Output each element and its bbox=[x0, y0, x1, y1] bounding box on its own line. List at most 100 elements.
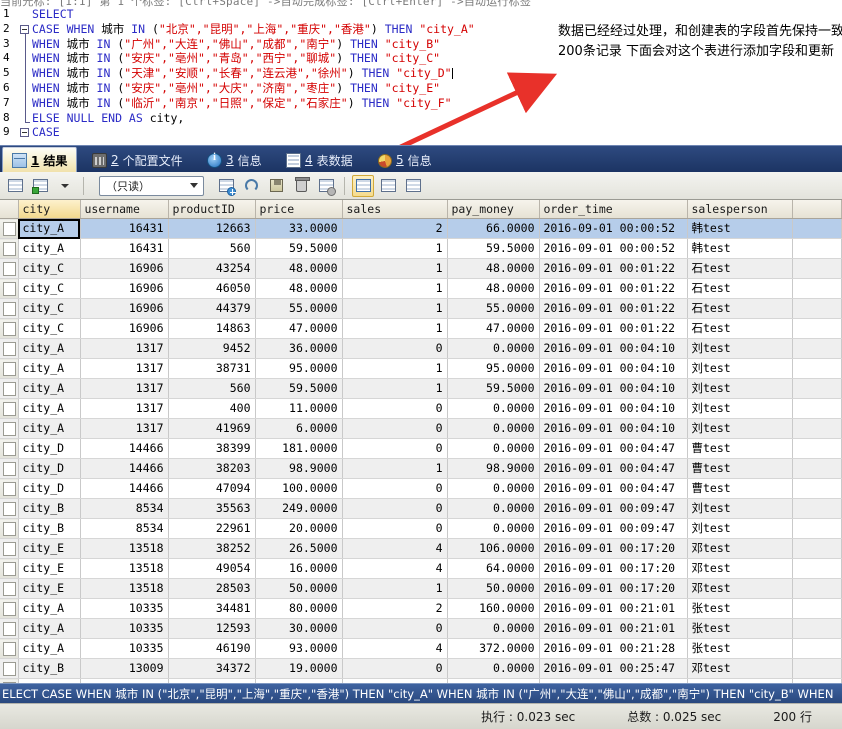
cell-salesperson[interactable]: 曹test bbox=[687, 458, 793, 479]
cell-sales[interactable]: 1 bbox=[342, 238, 448, 259]
cell-city[interactable]: city_D bbox=[18, 478, 81, 499]
cell-sales[interactable]: 1 bbox=[342, 318, 448, 339]
cell-username[interactable]: 1317 bbox=[80, 398, 169, 419]
row-select-checkbox[interactable] bbox=[0, 298, 19, 319]
cell-order_time[interactable]: 2016-09-01 00:17:20 bbox=[539, 578, 688, 599]
cell-productID[interactable]: 38252 bbox=[168, 538, 256, 559]
column-header-sales[interactable]: sales bbox=[342, 200, 448, 219]
cell-city[interactable]: city_D bbox=[18, 458, 81, 479]
cell-salesperson[interactable]: 邓test bbox=[687, 658, 793, 679]
table-row[interactable]: city_A 16431 12663 33.0000 2 66.0000 2016-09-0… bbox=[0, 218, 842, 239]
cell-price[interactable]: 16.0000 bbox=[255, 558, 343, 579]
cell-order_time[interactable]: 2016-09-01 00:04:10 bbox=[539, 338, 688, 359]
cell-productID[interactable]: 28503 bbox=[168, 578, 256, 599]
cell-price[interactable]: 47.0000 bbox=[255, 318, 343, 339]
cell-salesperson[interactable]: 刘test bbox=[687, 518, 793, 539]
cell-price[interactable]: 26.5000 bbox=[255, 538, 343, 559]
cell-price[interactable]: 48.0000 bbox=[255, 258, 343, 279]
grid-view-icon[interactable] bbox=[4, 175, 26, 197]
cell-pay_money[interactable]: 0.0000 bbox=[447, 498, 540, 519]
add-record-icon[interactable] bbox=[215, 175, 237, 197]
cell-username[interactable]: 14466 bbox=[80, 458, 169, 479]
cell-city[interactable]: city_A bbox=[18, 418, 81, 439]
row-select-checkbox[interactable] bbox=[0, 398, 19, 419]
cell-productID[interactable]: 12663 bbox=[168, 218, 256, 239]
code-fold-column[interactable] bbox=[18, 7, 32, 145]
cell-username[interactable]: 14466 bbox=[80, 478, 169, 499]
cell-city[interactable]: city_A bbox=[18, 218, 81, 239]
cell-username[interactable]: 10335 bbox=[80, 638, 169, 659]
cell-productID[interactable]: 38731 bbox=[168, 358, 256, 379]
column-header-productID[interactable]: productID bbox=[168, 200, 256, 219]
cell-salesperson[interactable]: 张test bbox=[687, 598, 793, 619]
delete-record-icon[interactable] bbox=[290, 175, 312, 197]
cell-salesperson[interactable]: 刘test bbox=[687, 358, 793, 379]
cell-city[interactable]: city_E bbox=[18, 538, 81, 559]
cell-price[interactable]: 50.0000 bbox=[255, 578, 343, 599]
row-select-checkbox[interactable] bbox=[0, 458, 19, 479]
cell-sales[interactable]: 1 bbox=[342, 278, 448, 299]
cell-productID[interactable]: 400 bbox=[168, 398, 256, 419]
row-select-checkbox[interactable] bbox=[0, 338, 19, 359]
cell-order_time[interactable]: 2016-09-01 00:04:10 bbox=[539, 358, 688, 379]
table-row[interactable]: city_C 16906 46050 48.0000 1 48.0000 2016-09-0… bbox=[0, 278, 842, 299]
column-header-username[interactable]: username bbox=[80, 200, 169, 219]
row-select-checkbox[interactable] bbox=[0, 438, 19, 459]
row-select-checkbox[interactable] bbox=[0, 658, 19, 679]
cell-order_time[interactable]: 2016-09-01 00:04:47 bbox=[539, 478, 688, 499]
table-row[interactable]: city_C 16906 14863 47.0000 1 47.0000 2016-09-0… bbox=[0, 318, 842, 339]
cell-salesperson[interactable]: 石test bbox=[687, 298, 793, 319]
cell-price[interactable]: 95.0000 bbox=[255, 358, 343, 379]
cell-username[interactable]: 1317 bbox=[80, 378, 169, 399]
result-table[interactable]: city username productID price sales pay_money… bbox=[0, 200, 842, 683]
code-line[interactable]: CASE bbox=[32, 125, 842, 140]
export-icon[interactable] bbox=[29, 175, 51, 197]
cell-sales[interactable]: 4 bbox=[342, 638, 448, 659]
row-select-checkbox[interactable] bbox=[0, 218, 19, 239]
table-row[interactable]: city_A 1317 9452 36.0000 0 0.0000 2016-09-01 0… bbox=[0, 338, 842, 359]
cell-username[interactable]: 10335 bbox=[80, 598, 169, 619]
table-row[interactable]: city_A 16431 560 59.5000 1 59.5000 2016-09-01 … bbox=[0, 238, 842, 259]
cell-productID[interactable]: 38203 bbox=[168, 458, 256, 479]
cell-sales[interactable]: 4 bbox=[342, 558, 448, 579]
cell-username[interactable]: 10335 bbox=[80, 618, 169, 639]
cell-pay_money[interactable]: 160.0000 bbox=[447, 598, 540, 619]
cell-salesperson[interactable]: 张test bbox=[687, 638, 793, 659]
row-select-checkbox[interactable] bbox=[0, 558, 19, 579]
cell-username[interactable]: 8534 bbox=[80, 518, 169, 539]
table-row[interactable]: city_A 1317 38731 95.0000 1 95.0000 2016-09-01… bbox=[0, 358, 842, 379]
table-row[interactable]: city_A 10335 12593 30.0000 0 0.0000 2016-09-01… bbox=[0, 618, 842, 639]
grid-toolbar[interactable]: （只读） bbox=[0, 172, 842, 200]
table-row[interactable]: city_A 10335 46190 93.0000 4 372.0000 2016-09-… bbox=[0, 638, 842, 659]
cell-pay_money[interactable]: 0.0000 bbox=[447, 478, 540, 499]
cell-price[interactable]: 59.5000 bbox=[255, 238, 343, 259]
code-line[interactable]: WHEN 城市 IN ("安庆","亳州","大庆","济南","枣庄") TH… bbox=[32, 81, 842, 96]
cell-productID[interactable]: 47094 bbox=[168, 478, 256, 499]
cell-sales[interactable]: 1 bbox=[342, 578, 448, 599]
cell-pay_money[interactable]: 59.5000 bbox=[447, 238, 540, 259]
cell-username[interactable]: 16431 bbox=[80, 218, 169, 239]
cancel-edit-icon[interactable] bbox=[315, 175, 337, 197]
cell-productID[interactable]: 22961 bbox=[168, 518, 256, 539]
cell-sales[interactable]: 0 bbox=[342, 418, 448, 439]
cell-salesperson[interactable]: 刘test bbox=[687, 498, 793, 519]
column-header-pay_money[interactable]: pay_money bbox=[447, 200, 540, 219]
cell-order_time[interactable]: 2016-09-01 00:21:01 bbox=[539, 598, 688, 619]
cell-username[interactable]: 13009 bbox=[80, 658, 169, 679]
column-header-city[interactable]: city bbox=[18, 200, 81, 219]
cell-city[interactable]: city_A bbox=[18, 378, 81, 399]
save-record-icon[interactable] bbox=[265, 175, 287, 197]
cell-sales[interactable]: 2 bbox=[342, 598, 448, 619]
cell-order_time[interactable]: 2016-09-01 00:00:52 bbox=[539, 238, 688, 259]
cell-productID[interactable]: 35563 bbox=[168, 498, 256, 519]
cell-salesperson[interactable]: 刘test bbox=[687, 338, 793, 359]
code-line[interactable]: WHEN 城市 IN ("临沂","南京","日照","保定","石家庄") T… bbox=[32, 96, 842, 111]
cell-price[interactable]: 98.9000 bbox=[255, 458, 343, 479]
row-select-checkbox[interactable] bbox=[0, 498, 19, 519]
cell-order_time[interactable]: 2016-09-01 00:21:01 bbox=[539, 618, 688, 639]
view-grid-icon[interactable] bbox=[352, 174, 374, 197]
cell-sales[interactable]: 1 bbox=[342, 458, 448, 479]
cell-salesperson[interactable]: 韩test bbox=[687, 238, 793, 259]
cell-city[interactable]: city_A bbox=[18, 338, 81, 359]
cell-pay_money[interactable]: 372.0000 bbox=[447, 638, 540, 659]
